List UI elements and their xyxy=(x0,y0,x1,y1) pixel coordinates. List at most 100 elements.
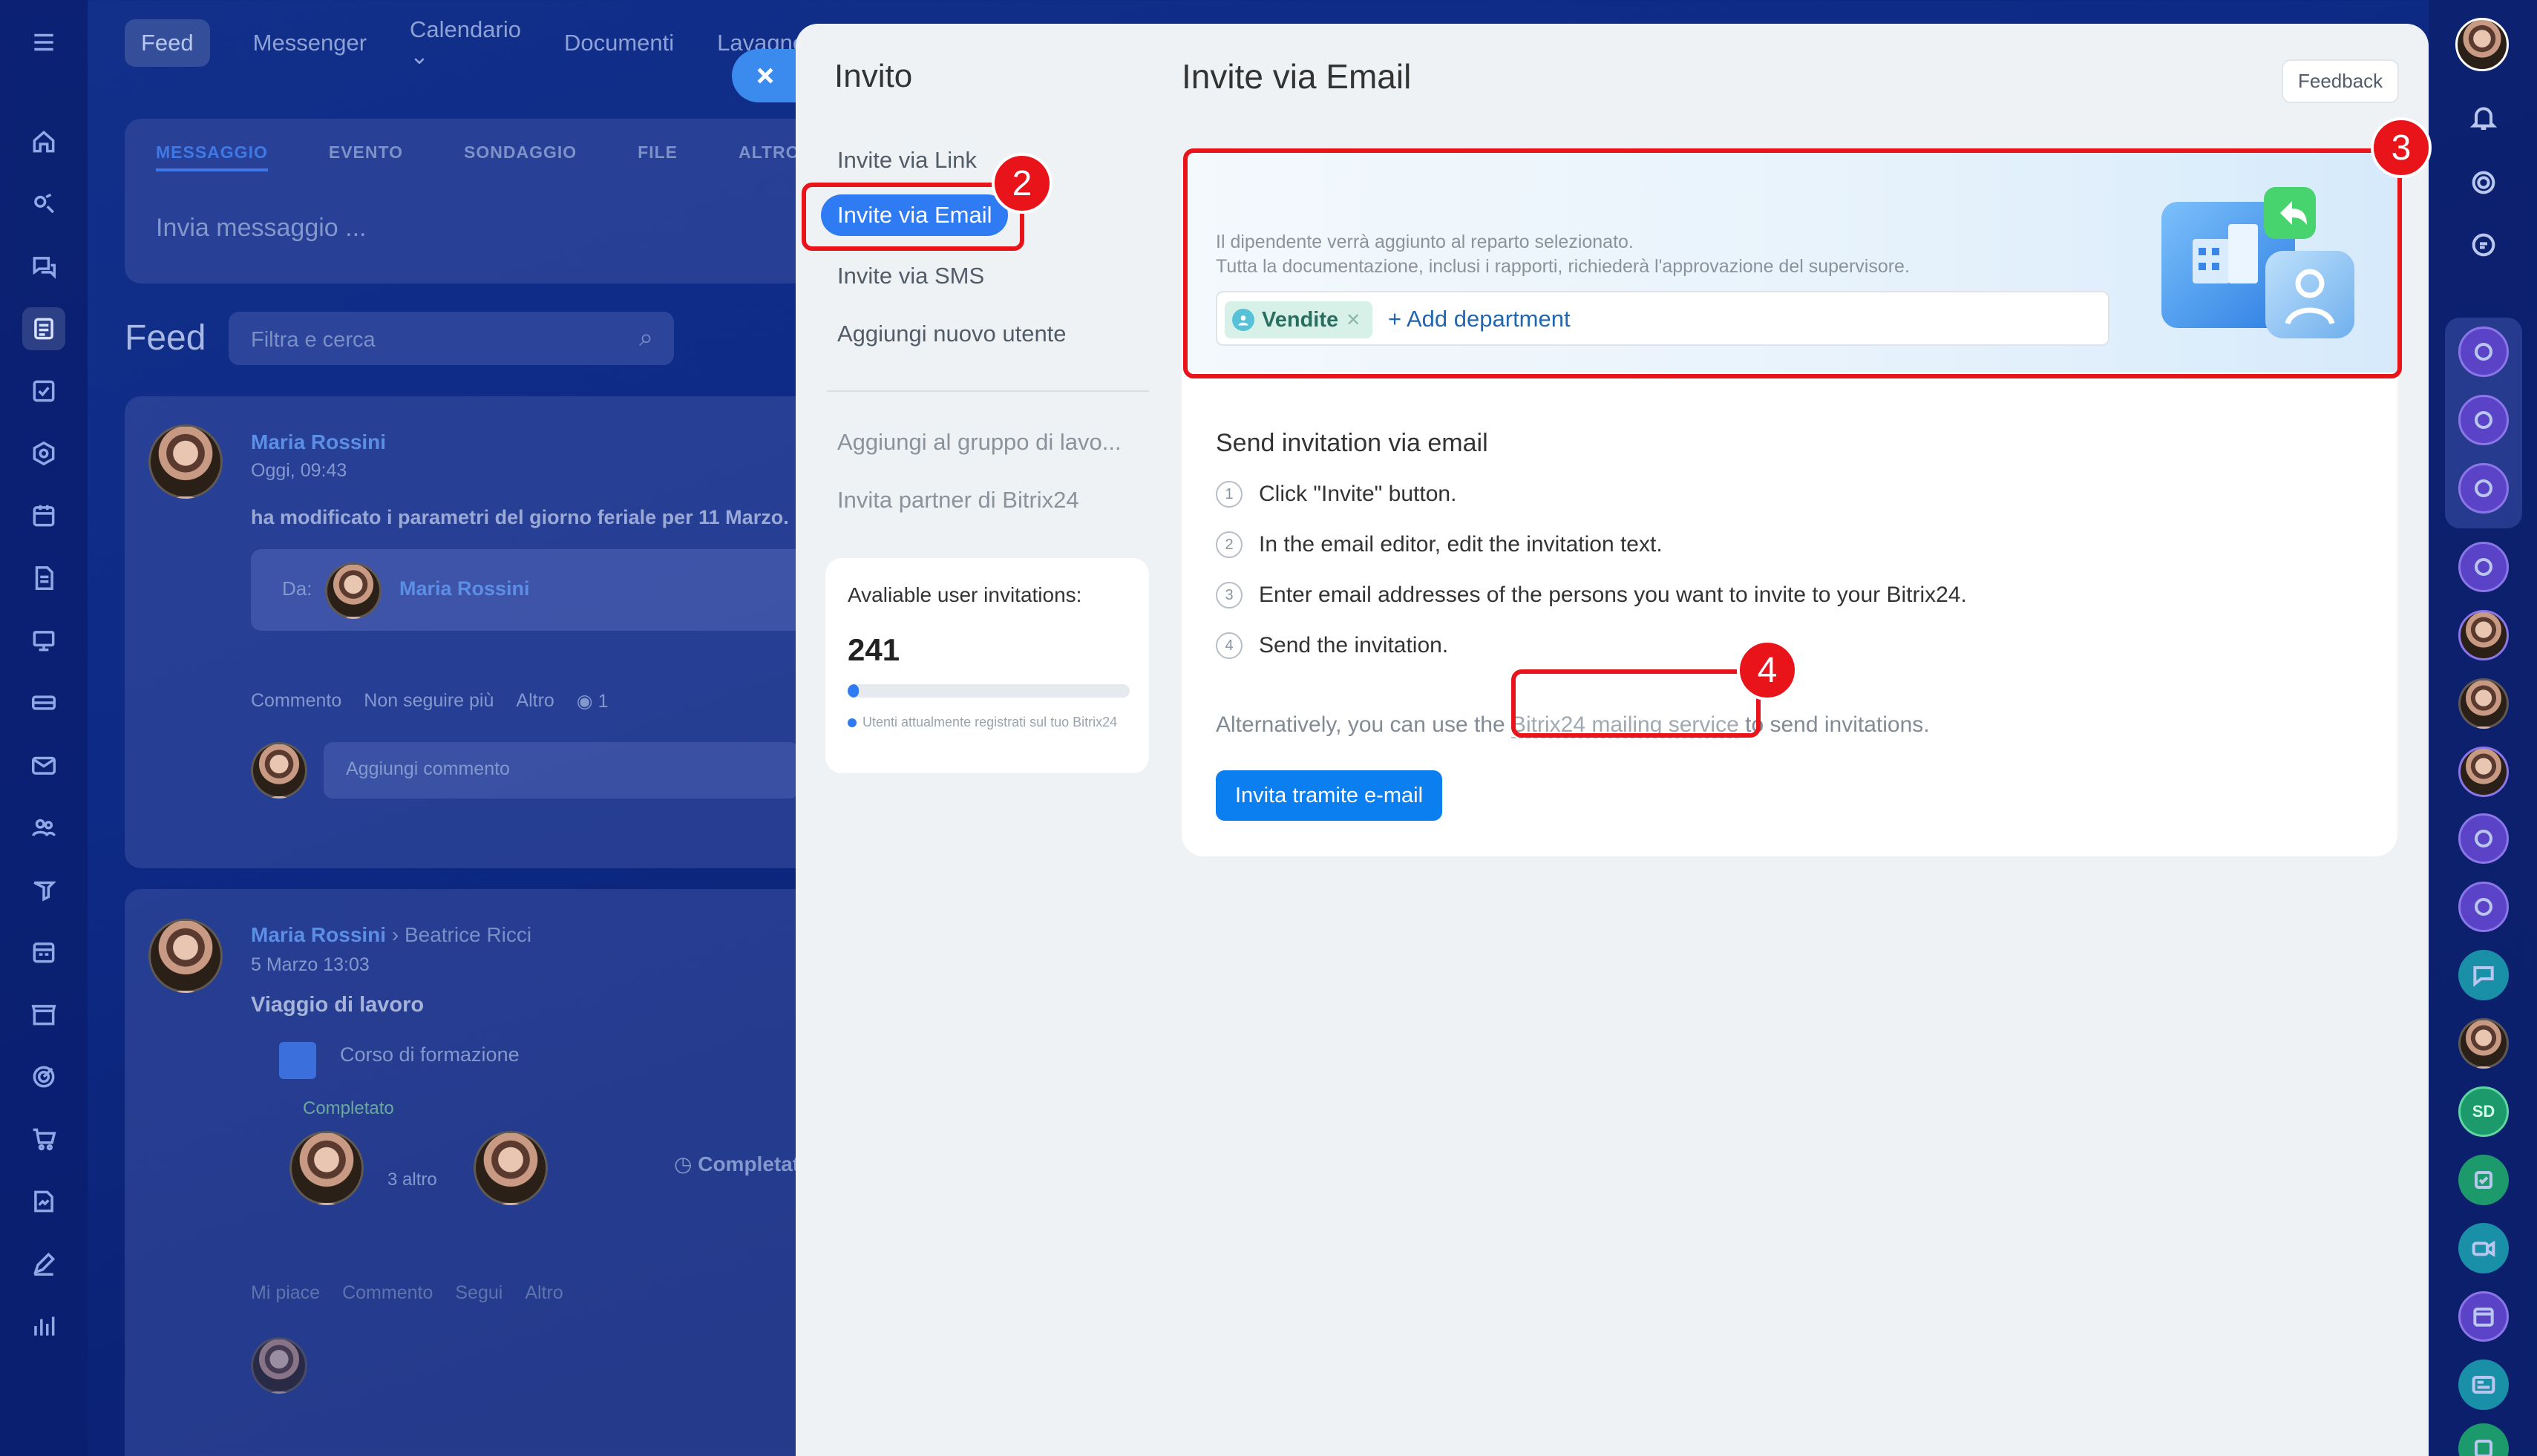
messages-icon[interactable] xyxy=(2458,950,2509,1000)
avatar[interactable] xyxy=(2458,1018,2509,1069)
chat-icon[interactable] xyxy=(2458,813,2509,864)
chevron-down-icon: ⌄ xyxy=(410,43,430,69)
avatar[interactable] xyxy=(2458,610,2509,660)
status-completed: ◷ Completato xyxy=(674,1152,813,1175)
like-link[interactable]: Mi piace xyxy=(251,1282,320,1304)
more-link[interactable]: Altro xyxy=(516,690,554,712)
post-title: Viaggio di lavoro xyxy=(251,993,425,1017)
home-icon[interactable] xyxy=(22,120,65,163)
chat-icon[interactable] xyxy=(2458,882,2509,932)
tasks-icon[interactable] xyxy=(22,370,65,413)
post-text: ha modificato i parametri del giorno fer… xyxy=(251,506,789,528)
avatar[interactable] xyxy=(251,742,307,798)
left-icon-rail xyxy=(0,0,88,1456)
collab-icon[interactable] xyxy=(22,183,65,226)
documents-icon[interactable] xyxy=(22,557,65,600)
post-author: Maria Rossini › Beatrice Ricci xyxy=(251,923,532,946)
target-icon[interactable] xyxy=(22,1055,65,1098)
feedback-button[interactable]: Feedback xyxy=(2282,59,2400,103)
sidebar-item-add-to-group[interactable]: Aggiungi al gruppo di lavo... xyxy=(837,429,1122,456)
comment-input[interactable]: Aggiungi commento xyxy=(324,742,799,798)
chat-icon[interactable] xyxy=(2458,463,2509,514)
follow-link[interactable]: Segui xyxy=(455,1282,503,1304)
task-check-icon[interactable] xyxy=(2458,1423,2509,1456)
from-name[interactable]: Maria Rossini xyxy=(399,577,530,600)
tab-poll[interactable]: SONDAGGIO xyxy=(464,142,577,171)
calendar-icon[interactable] xyxy=(2458,1291,2509,1342)
feed-post: Maria Rossini › Beatrice Ricci 5 Marzo 1… xyxy=(125,889,822,1456)
tab-message[interactable]: MESSAGGIO xyxy=(156,142,268,171)
page-title: Invite via Email xyxy=(1182,57,1412,96)
close-slider-button[interactable] xyxy=(732,49,805,102)
more-participants[interactable]: 3 altro xyxy=(387,1170,437,1190)
annotation-badge: 2 xyxy=(992,153,1053,214)
status-badge: Completato xyxy=(303,1098,394,1118)
post-actions: Mi piace Commento Segui Altro xyxy=(251,1282,563,1304)
avatar[interactable] xyxy=(474,1131,548,1205)
clock-icon: ◷ xyxy=(674,1152,693,1175)
comment-link[interactable]: Commento xyxy=(251,690,341,712)
automation-icon[interactable] xyxy=(22,868,65,911)
tab-event[interactable]: EVENTO xyxy=(329,142,403,171)
avatar[interactable] xyxy=(289,1131,364,1205)
annotation-badge: 3 xyxy=(2371,117,2432,178)
tab-more[interactable]: ALTRO xyxy=(739,142,800,171)
video-call-icon[interactable] xyxy=(2458,1223,2509,1273)
cart-icon[interactable] xyxy=(22,1118,65,1161)
mail-icon[interactable] xyxy=(22,744,65,787)
sign-icon[interactable] xyxy=(22,1180,65,1223)
booking-icon[interactable] xyxy=(22,931,65,974)
views-count: ◉ 1 xyxy=(576,691,609,712)
shop-icon[interactable] xyxy=(22,993,65,1036)
chat-icon[interactable] xyxy=(2458,395,2509,445)
chat-icon[interactable] xyxy=(22,245,65,288)
drive-icon[interactable] xyxy=(22,681,65,724)
unfollow-link[interactable]: Non seguire più xyxy=(364,690,494,712)
sidebar-title: Invito xyxy=(834,58,913,94)
nav-documents[interactable]: Documenti xyxy=(564,30,674,56)
nav-calendar[interactable]: Calendario ⌄ xyxy=(410,16,521,70)
invite-by-email-button[interactable]: Invita tramite e-mail xyxy=(1216,770,1443,821)
analytics-icon[interactable] xyxy=(22,1305,65,1348)
calendar-icon[interactable] xyxy=(22,494,65,537)
nav-messenger[interactable]: Messenger xyxy=(253,30,367,56)
feed-icon[interactable] xyxy=(22,307,65,350)
tab-file[interactable]: FILE xyxy=(638,142,678,171)
sidebar-item-invite-sms[interactable]: Invite via SMS xyxy=(837,263,984,289)
avatar[interactable] xyxy=(2458,747,2509,797)
edit-icon[interactable] xyxy=(22,1242,65,1285)
employees-icon[interactable] xyxy=(22,806,65,849)
crm-icon[interactable] xyxy=(22,432,65,475)
course-name[interactable]: Corso di formazione xyxy=(340,1043,520,1066)
chat-icon[interactable] xyxy=(2458,542,2509,592)
copilot-icon[interactable] xyxy=(2458,157,2509,208)
avatar[interactable] xyxy=(325,563,382,619)
post-time: 5 Marzo 13:03 xyxy=(251,954,370,975)
avatar[interactable] xyxy=(2455,18,2509,71)
comment-link[interactable]: Commento xyxy=(342,1282,433,1304)
composer-input[interactable]: Invia messaggio ... xyxy=(156,214,366,243)
avatar[interactable] xyxy=(148,919,223,993)
sidebar-item-invite-partner[interactable]: Invita partner di Bitrix24 xyxy=(837,487,1079,514)
menu-icon[interactable] xyxy=(22,21,65,64)
nav-feed[interactable]: Feed xyxy=(125,19,210,67)
feed-search-input[interactable]: Filtra e cerca ⌕ xyxy=(229,312,674,365)
post-author[interactable]: Maria Rossini xyxy=(251,430,386,454)
task-check-icon[interactable] xyxy=(2458,1155,2509,1205)
sd-chat[interactable]: SD xyxy=(2458,1086,2509,1137)
from-label: Da: xyxy=(282,577,312,600)
avatar[interactable] xyxy=(2458,678,2509,729)
avatar[interactable] xyxy=(251,1337,307,1394)
search-chat-icon[interactable] xyxy=(2458,220,2509,270)
board-icon[interactable] xyxy=(22,619,65,662)
notifications-icon[interactable] xyxy=(2458,92,2509,142)
invitations-note: Utenti attualmente registrati sul tuo Bi… xyxy=(862,715,1118,729)
chat-icon[interactable] xyxy=(2458,327,2509,377)
feed-post: Maria Rossini Oggi, 09:43 ha modificato … xyxy=(125,396,822,868)
avatar[interactable] xyxy=(148,424,223,499)
sidebar-item-invite-link[interactable]: Invite via Link xyxy=(837,147,977,174)
more-link[interactable]: Altro xyxy=(525,1282,563,1304)
composer-card: MESSAGGIO EVENTO SONDAGGIO FILE ALTRO In… xyxy=(125,119,822,283)
sidebar-item-add-user[interactable]: Aggiungi nuovo utente xyxy=(837,321,1067,347)
news-icon[interactable] xyxy=(2458,1360,2509,1410)
